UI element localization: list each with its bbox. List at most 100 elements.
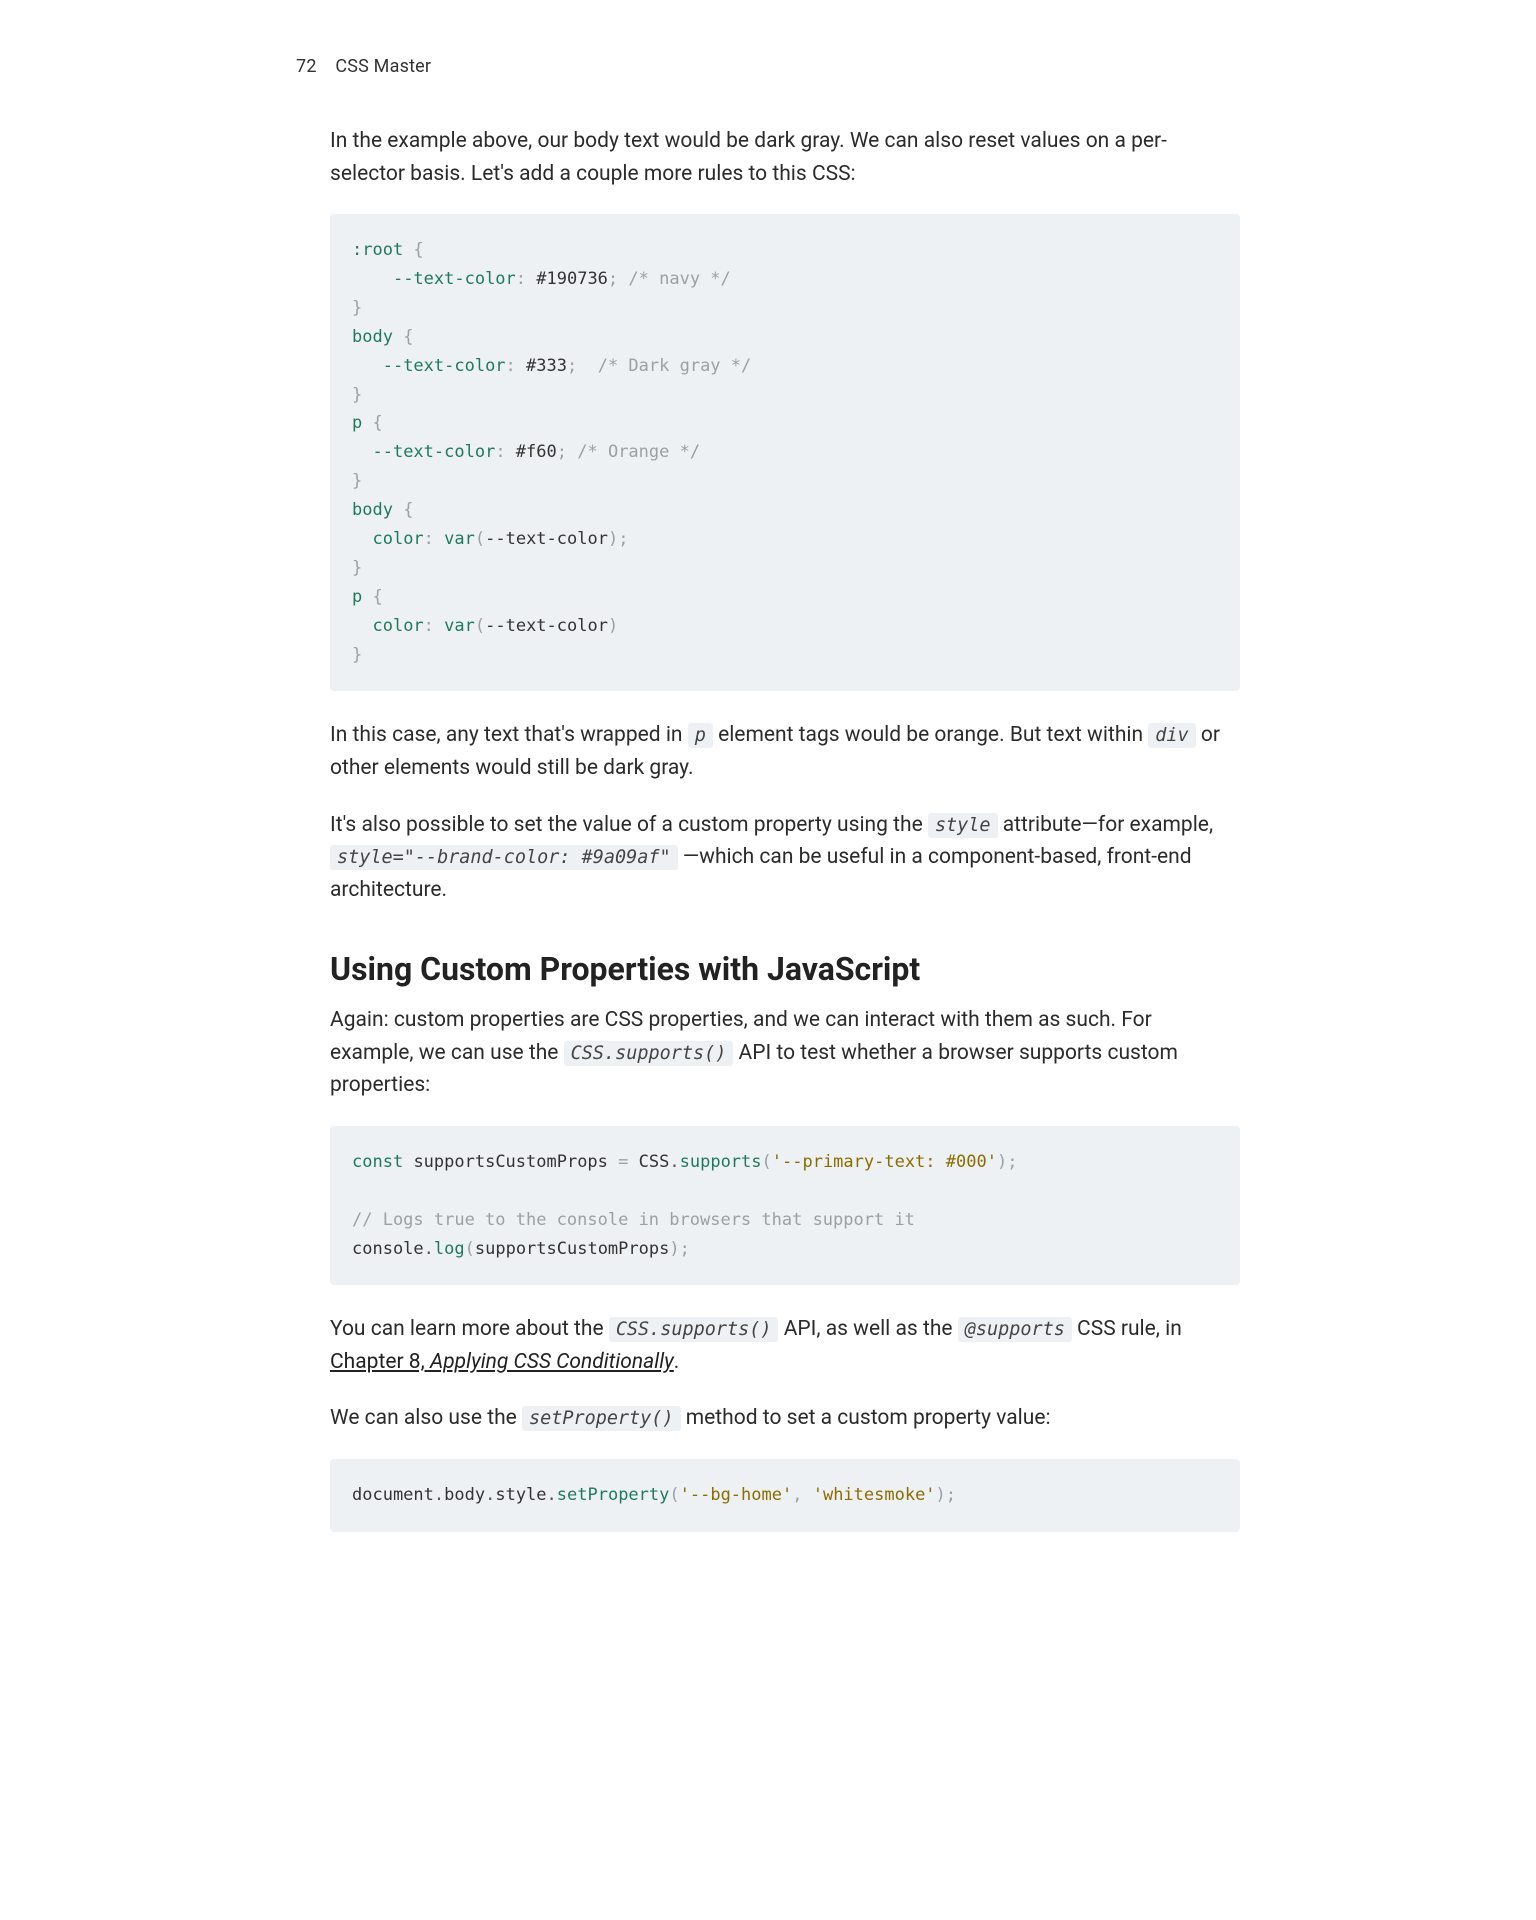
code-token: ;: [567, 356, 577, 376]
code-token: }: [352, 471, 362, 491]
code-token: /* Orange */: [577, 442, 700, 462]
code-token: [403, 1152, 413, 1172]
code-token: [352, 269, 393, 289]
inline-code: style: [928, 813, 998, 838]
code-token: ;: [608, 269, 618, 289]
code-token: :: [506, 356, 526, 376]
code-token: .: [485, 1485, 495, 1505]
code-token: var: [444, 529, 475, 549]
paragraph: We can also use the setProperty() method…: [330, 1402, 1240, 1435]
code-token: ;: [680, 1239, 690, 1259]
paragraph: In this case, any text that's wrapped in…: [330, 719, 1240, 784]
code-token: }: [352, 645, 362, 665]
code-token: --text-color: [383, 356, 506, 376]
code-token: body: [444, 1485, 485, 1505]
code-token: =: [618, 1152, 628, 1172]
code-token: console: [352, 1239, 424, 1259]
code-token: ;: [1007, 1152, 1017, 1172]
text-run: attribute—for example,: [998, 813, 1214, 837]
code-token: ): [997, 1152, 1007, 1172]
code-token: :root: [352, 240, 403, 260]
text-run: In this case, any text that's wrapped in: [330, 723, 688, 747]
code-token: ;: [557, 442, 567, 462]
code-token: log: [434, 1239, 465, 1259]
inline-code: CSS.supports(): [564, 1041, 734, 1066]
code-token: #190736: [536, 269, 608, 289]
paragraph: Again: custom properties are CSS propert…: [330, 1004, 1240, 1102]
code-token: CSS: [639, 1152, 670, 1172]
code-token: const: [352, 1152, 403, 1172]
code-token: [352, 356, 383, 376]
code-token: :: [495, 442, 515, 462]
code-token: style: [495, 1485, 546, 1505]
code-token: (: [762, 1152, 772, 1172]
running-header: 72 CSS Master: [296, 56, 1240, 77]
page: 72 CSS Master In the example above, our …: [256, 0, 1280, 1640]
code-token: ): [608, 529, 618, 549]
code-token: // Logs true to the console in browsers …: [352, 1210, 915, 1230]
code-token: #333: [526, 356, 567, 376]
text-run: You can learn more about the: [330, 1317, 609, 1341]
code-token: {: [362, 587, 382, 607]
code-token: (: [475, 616, 485, 636]
text-run: .: [674, 1350, 680, 1374]
text-run: We can also use the: [330, 1406, 522, 1430]
paragraph: You can learn more about the CSS.support…: [330, 1313, 1240, 1378]
page-number: 72: [296, 56, 317, 77]
code-token: (: [669, 1485, 679, 1505]
code-token: supports: [680, 1152, 762, 1172]
book-title: CSS Master: [335, 56, 431, 77]
inline-code: p: [688, 723, 713, 748]
inline-code: setProperty(): [522, 1406, 681, 1431]
code-token: [618, 269, 628, 289]
text-run: It's also possible to set the value of a…: [330, 813, 928, 837]
text-run: method to set a custom property value:: [681, 1406, 1051, 1430]
text-run: CSS rule, in: [1072, 1317, 1182, 1341]
code-token: {: [393, 327, 413, 347]
code-token: --text-color: [393, 269, 516, 289]
inline-code: style="--brand-color: #9a09af": [330, 845, 678, 870]
code-token: [628, 1152, 638, 1172]
code-token: {: [403, 240, 423, 260]
code-token: /* Dark gray */: [598, 356, 752, 376]
code-token: [352, 442, 372, 462]
code-token: }: [352, 385, 362, 405]
code-token: color: [372, 529, 423, 549]
code-token: .: [669, 1152, 679, 1172]
inline-code: div: [1148, 723, 1195, 748]
code-token: --text-color: [485, 529, 608, 549]
paragraph: It's also possible to set the value of a…: [330, 809, 1240, 907]
code-token: ,: [792, 1485, 802, 1505]
link-text: Chapter 8,: [330, 1350, 430, 1374]
code-token: [567, 442, 577, 462]
code-token: document: [352, 1485, 434, 1505]
text-run: API, as well as the: [778, 1317, 957, 1341]
cross-reference-link[interactable]: Chapter 8, Applying CSS Conditionally: [330, 1350, 674, 1374]
code-token: --text-color: [485, 616, 608, 636]
code-token: '--primary-text: #000': [772, 1152, 997, 1172]
code-token: p: [352, 587, 362, 607]
page-content: In the example above, our body text woul…: [330, 125, 1240, 1532]
link-text-emphasis: Applying CSS Conditionally: [430, 1350, 674, 1374]
code-token: p: [352, 413, 362, 433]
code-token: body: [352, 500, 393, 520]
code-token: ): [669, 1239, 679, 1259]
code-token: ): [936, 1485, 946, 1505]
code-token: 'whitesmoke': [813, 1485, 936, 1505]
code-token: (: [465, 1239, 475, 1259]
code-token: :: [424, 529, 444, 549]
code-token: '--bg-home': [680, 1485, 793, 1505]
code-token: :: [424, 616, 444, 636]
inline-code: @supports: [958, 1317, 1072, 1342]
code-token: {: [362, 413, 382, 433]
code-token: supportsCustomProps: [475, 1239, 669, 1259]
code-token: [608, 1152, 618, 1172]
code-token: var: [444, 616, 475, 636]
code-token: ;: [946, 1485, 956, 1505]
code-token: [802, 1485, 812, 1505]
code-token: #f60: [516, 442, 557, 462]
code-token: ;: [618, 529, 628, 549]
code-token: color: [372, 616, 423, 636]
paragraph: In the example above, our body text woul…: [330, 125, 1240, 190]
code-token: /* navy */: [628, 269, 730, 289]
